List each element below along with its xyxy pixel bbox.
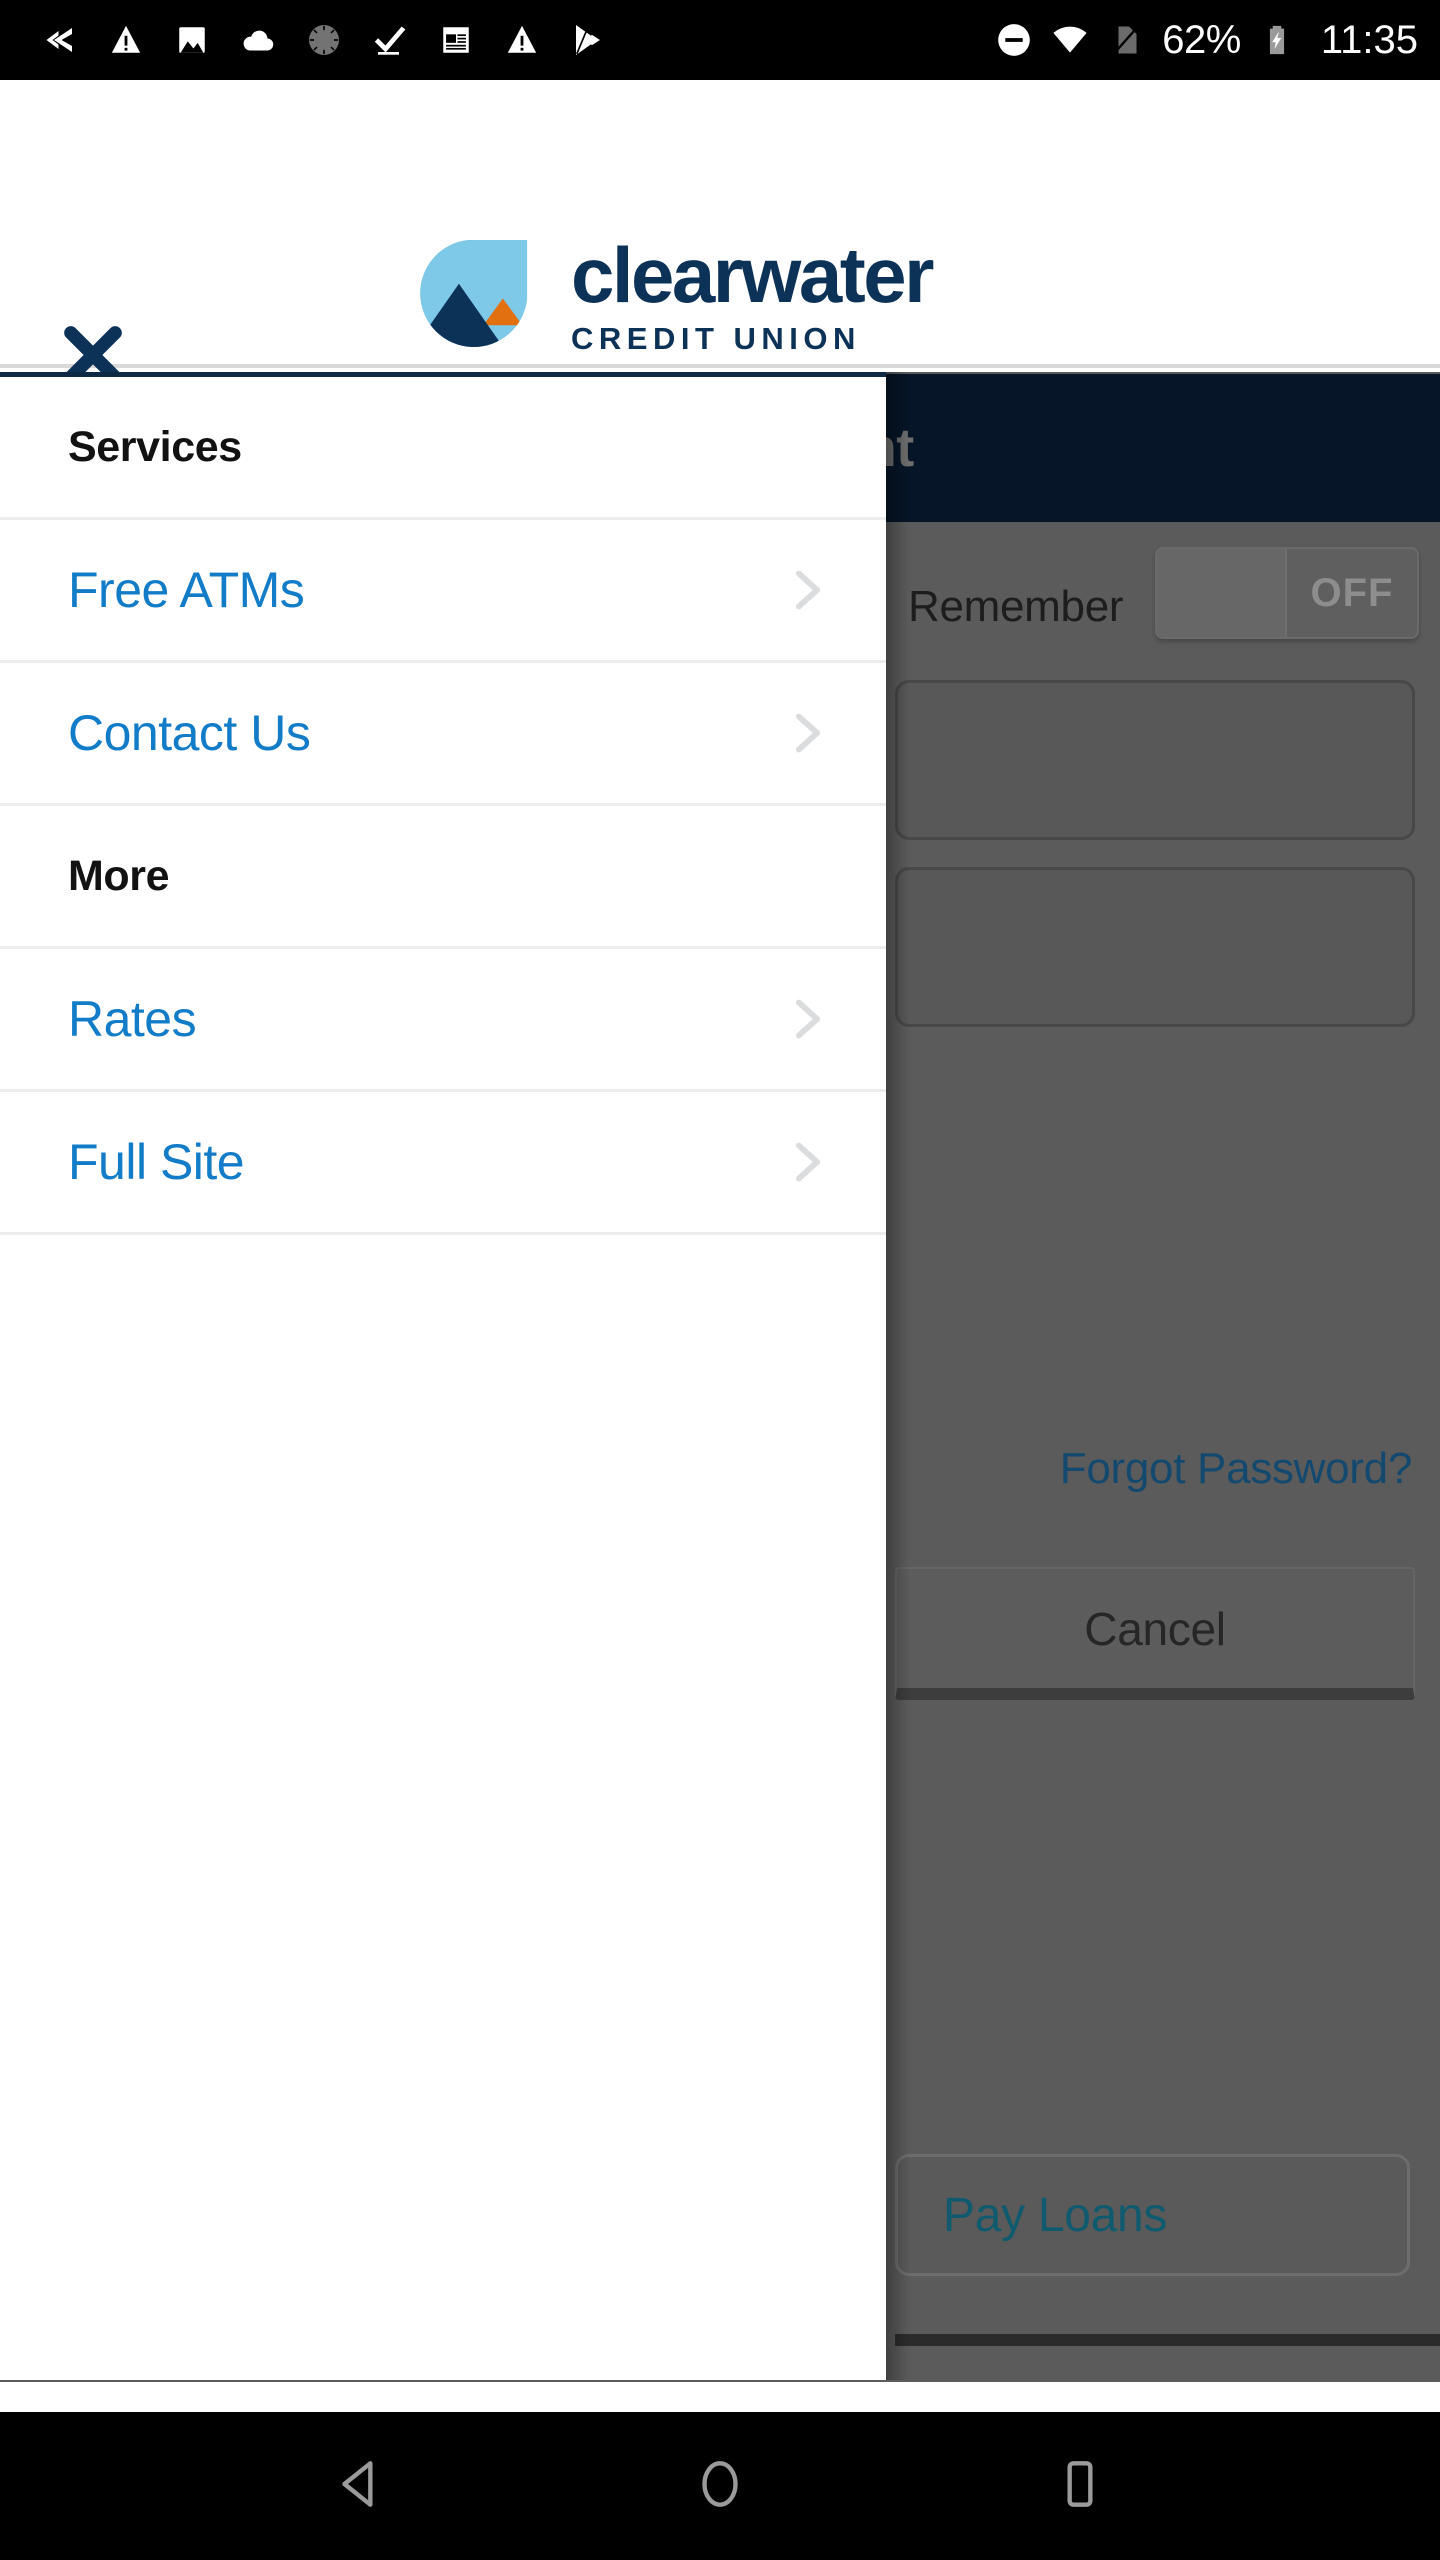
sim-card-off-icon <box>1106 20 1146 60</box>
cancel-button[interactable]: Cancel <box>895 1567 1415 1700</box>
checkmark-icon <box>370 20 410 60</box>
wifi-icon <box>1050 20 1090 60</box>
drawer-item-contact-us[interactable]: Contact Us <box>0 663 886 806</box>
drawer-item-rates[interactable]: Rates <box>0 949 886 1092</box>
drawer-item-label: Free ATMs <box>68 562 305 618</box>
clearwater-shield-mountain-logo <box>420 239 528 347</box>
android-navigation-bar <box>0 2412 1440 2560</box>
remember-toggle[interactable]: OFF <box>1155 547 1419 639</box>
drawer-section-header-services: Services <box>0 377 886 520</box>
drawer-item-free-atms[interactable]: Free ATMs <box>0 520 886 663</box>
play-store-icon <box>568 20 608 60</box>
remember-label: Remember <box>908 582 1124 631</box>
loading-spinner-icon <box>304 20 344 60</box>
status-bar-system-icons: 62% 11:35 <box>994 20 1418 60</box>
android-home-circle-icon <box>689 2453 751 2520</box>
news-receipt-icon <box>436 20 476 60</box>
toggle-state-label: OFF <box>1310 570 1394 615</box>
chevron-right-icon <box>786 991 830 1047</box>
battery-charging-icon <box>1257 20 1297 60</box>
do-not-disturb-icon <box>994 20 1034 60</box>
drawer-item-full-site[interactable]: Full Site <box>0 1092 886 1235</box>
android-back-button[interactable] <box>305 2431 415 2541</box>
status-bar: 62% 11:35 <box>0 0 1440 80</box>
logo-tagline: CREDIT UNION <box>571 320 861 356</box>
android-home-button[interactable] <box>665 2431 775 2541</box>
drawer-section-header-more: More <box>0 806 886 949</box>
drawer-item-label: Contact Us <box>68 705 311 761</box>
cancel-button-label: Cancel <box>1084 1602 1226 1655</box>
drawer-item-label: Full Site <box>68 1134 245 1190</box>
brand-logo: clearwater CREDIT UNION <box>415 231 934 357</box>
status-bar-clock: 11:35 <box>1320 18 1418 62</box>
username-input[interactable] <box>895 680 1415 840</box>
status-bar-notification-icons <box>40 20 994 60</box>
chevron-right-icon <box>786 705 830 761</box>
android-back-triangle-icon <box>329 2453 391 2520</box>
section-title: More <box>68 851 170 900</box>
footer-line: ll rights reserved <box>895 2372 1440 2382</box>
warning-triangle-icon <box>106 20 146 60</box>
password-input[interactable] <box>895 867 1415 1027</box>
footer-divider <box>895 2334 1440 2346</box>
cloud-icon <box>238 20 278 60</box>
forgot-password-link[interactable]: Forgot Password? <box>1060 1444 1413 1494</box>
cast-back-icon <box>40 20 80 60</box>
app-header: clearwater CREDIT UNION <box>0 80 1440 384</box>
android-recents-button[interactable] <box>1025 2431 1135 2541</box>
chevron-right-icon <box>786 562 830 618</box>
warning-triangle-icon-2 <box>502 20 542 60</box>
drawer-item-label: Rates <box>68 991 197 1047</box>
navigation-drawer: Services Free ATMs Contact Us More Rates… <box>0 372 886 2380</box>
android-recents-square-icon <box>1049 2453 1111 2520</box>
battery-percentage: 62% <box>1162 18 1241 62</box>
logo-wordmark: clearwater <box>571 231 934 320</box>
pay-loans-button[interactable]: Pay Loans <box>895 2154 1410 2276</box>
logo-text: clearwater CREDIT UNION <box>571 231 934 356</box>
image-photo-icon <box>172 20 212 60</box>
toggle-knob <box>1157 549 1287 637</box>
section-title: Services <box>68 422 242 471</box>
chevron-right-icon <box>786 1134 830 1190</box>
footer-legal-text: ll rights reserved f use, which prohibit… <box>895 2372 1440 2382</box>
pay-loans-label: Pay Loans <box>943 2188 1168 2242</box>
